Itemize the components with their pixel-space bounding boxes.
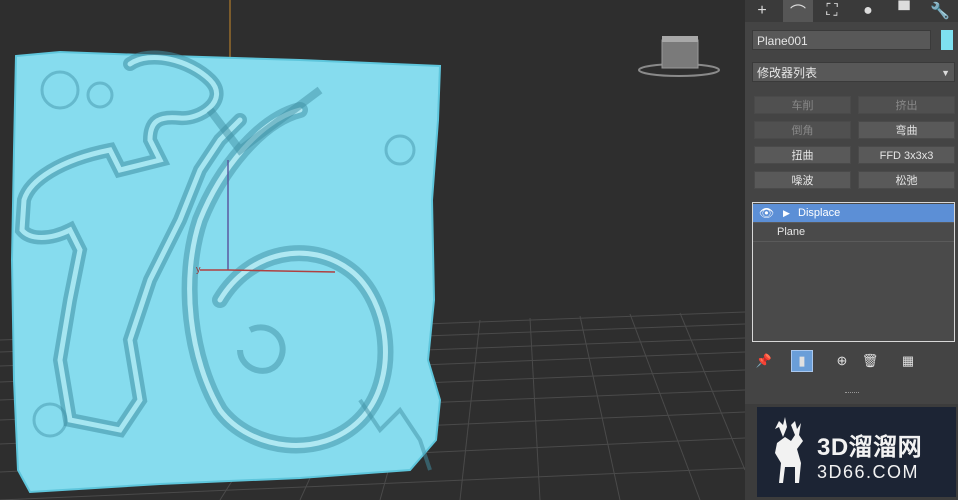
stack-item-plane[interactable]: Plane	[753, 223, 954, 242]
command-panel-tabs: + ⌒ ⛶ ● ▀ 🔧	[745, 0, 958, 22]
twist-button[interactable]: 扭曲	[754, 146, 851, 164]
configure-sets-icon[interactable]: ▦	[897, 350, 919, 372]
modifier-list-dropdown[interactable]: 修改器列表 ▼	[752, 62, 955, 82]
rollout-divider	[845, 392, 859, 395]
show-end-result-icon[interactable]: ▮	[791, 350, 813, 372]
noise-button[interactable]: 噪波	[754, 171, 851, 189]
stack-item-label: Displace	[798, 207, 841, 219]
deer-logo-icon	[775, 417, 803, 483]
stack-item-displace[interactable]: 👁 ▶ Displace	[753, 204, 954, 223]
make-unique-icon[interactable]: ⊕	[831, 350, 853, 372]
perspective-viewport[interactable]: y	[0, 0, 745, 500]
object-color-swatch[interactable]	[941, 30, 953, 50]
pin-icon[interactable]: 📌	[753, 350, 775, 372]
stack-toolbar: 📌 ▮ ⊕ 🗑 ▦	[745, 346, 958, 376]
motion-tab-icon[interactable]: ●	[853, 0, 883, 22]
create-tab-icon[interactable]: +	[747, 0, 777, 22]
viewcube[interactable]	[636, 34, 722, 84]
eye-icon[interactable]: 👁	[759, 204, 774, 222]
relax-button[interactable]: 松弛	[858, 171, 955, 189]
stack-item-label: Plane	[777, 226, 806, 238]
extrude-button[interactable]: 挤出	[858, 96, 955, 114]
utilities-tab-icon[interactable]: 🔧	[925, 0, 955, 22]
display-tab-icon[interactable]: ▀	[889, 0, 919, 22]
bevel-button[interactable]: 倒角	[754, 121, 851, 139]
lathe-button[interactable]: 车削	[754, 96, 851, 114]
relief-plane-mesh	[10, 50, 442, 494]
modifier-list-label: 修改器列表	[757, 66, 818, 80]
viewport-canvas: y	[0, 0, 745, 500]
bend-button[interactable]: 弯曲	[858, 121, 955, 139]
watermark: 3D溜溜网 3D66.COM	[757, 407, 956, 497]
watermark-url: 3D66.COM	[817, 462, 920, 482]
hierarchy-tab-icon[interactable]: ⛶	[817, 0, 847, 22]
svg-text:y: y	[196, 264, 201, 274]
modify-tab-icon[interactable]: ⌒	[783, 0, 813, 22]
expand-triangle-icon[interactable]: ▶	[783, 204, 790, 222]
object-name-field[interactable]: Plane001	[752, 30, 931, 50]
command-panel: + ⌒ ⛶ ● ▀ 🔧 Plane001 修改器列表 ▼ 车削 挤出 倒角 弯曲…	[745, 0, 958, 500]
chevron-down-icon: ▼	[941, 68, 950, 78]
remove-modifier-icon[interactable]: 🗑	[859, 350, 881, 372]
ffd-button[interactable]: FFD 3x3x3	[858, 146, 955, 164]
modifier-stack: 👁 ▶ Displace Plane	[752, 202, 955, 342]
watermark-title: 3D溜溜网	[817, 434, 923, 461]
